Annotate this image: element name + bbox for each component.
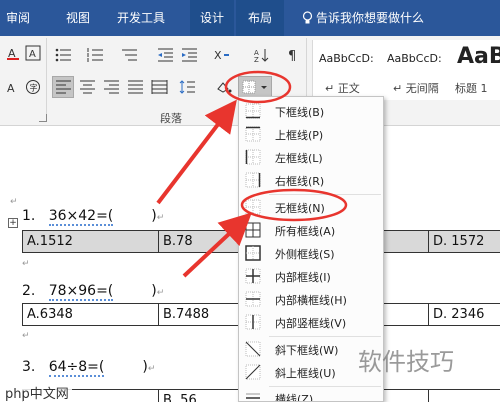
table-cell: A.6348: [23, 304, 159, 325]
svg-text:字: 字: [30, 83, 38, 93]
question-2: 2. 78×96=()↵: [22, 283, 165, 301]
align-right-icon[interactable]: [100, 76, 122, 98]
line-spacing-icon[interactable]: [176, 76, 198, 98]
svg-text:A: A: [29, 49, 36, 60]
paragraph-mark: ↵: [22, 331, 30, 341]
chinese-layout-icon[interactable]: X: [210, 44, 232, 66]
horizontal-line-icon: [246, 393, 260, 399]
decrease-indent-icon[interactable]: [154, 44, 176, 66]
menu-item-outside-borders[interactable]: 外侧框线(S): [239, 242, 383, 265]
borders-dropdown-button[interactable]: [238, 76, 272, 98]
paragraph-mark: ↵: [10, 197, 18, 207]
bullets-icon[interactable]: [52, 44, 74, 66]
phonetic-guide-icon[interactable]: A: [2, 76, 24, 98]
svg-text:X: X: [214, 49, 222, 62]
border-inside-vertical-icon: [245, 314, 261, 330]
border-inside-horizontal-icon: [245, 291, 261, 307]
character-border-icon[interactable]: A: [22, 42, 44, 64]
menu-separator: [269, 194, 381, 195]
border-left-icon: [245, 149, 261, 165]
menu-item-inside-borders[interactable]: 内部框线(I): [239, 265, 383, 288]
question-1: 1. 36×42=()↵: [22, 208, 165, 226]
align-left-icon[interactable]: [52, 76, 74, 98]
menu-item-inside-horizontal-border[interactable]: 内部横框线(H): [239, 288, 383, 311]
svg-text:¶: ¶: [288, 49, 296, 63]
style-normal[interactable]: AaBbCcD: ↵ 正文: [313, 40, 377, 100]
numbering-icon[interactable]: [84, 44, 106, 66]
menu-item-horizontal-line[interactable]: 横线(Z): [239, 387, 383, 401]
border-top-icon: [245, 126, 261, 142]
paragraph-group-label: 段落: [160, 112, 182, 125]
style-heading-1[interactable]: AaB 标题 1: [451, 40, 500, 100]
shading-icon[interactable]: [212, 76, 234, 98]
question-3: 3. 64÷8=()↵: [22, 359, 156, 377]
menu-item-bottom-border[interactable]: 下框线(B): [239, 100, 383, 123]
distributed-icon[interactable]: [148, 76, 170, 98]
border-none-icon: [245, 199, 261, 215]
style-no-spacing[interactable]: AaBbCcD: ↵ 无间隔: [381, 40, 445, 100]
table-cell: D. 2346: [433, 307, 485, 322]
multilevel-list-icon[interactable]: [118, 44, 140, 66]
menu-item-inside-vertical-border[interactable]: 内部竖框线(V): [239, 311, 383, 334]
table-cell: D. 1572: [433, 234, 485, 249]
tab-review[interactable]: 审阅: [0, 0, 36, 36]
diagonal-down-border-icon: [245, 341, 261, 357]
font-dialog-launcher[interactable]: [39, 114, 47, 122]
menu-item-right-border[interactable]: 右框线(R): [239, 169, 383, 192]
menu-separator: [269, 336, 381, 337]
tab-view[interactable]: 视图: [56, 0, 100, 36]
paragraph-mark: ↵: [22, 259, 30, 269]
justify-icon[interactable]: [124, 76, 146, 98]
border-right-icon: [245, 172, 261, 188]
increase-indent-icon[interactable]: [178, 44, 200, 66]
menu-item-all-borders[interactable]: 所有框线(A): [239, 219, 383, 242]
border-bottom-icon: [245, 103, 261, 119]
watermark-text: 软件技巧: [358, 348, 454, 376]
table-move-handle-icon[interactable]: +: [8, 218, 18, 228]
font-color-icon[interactable]: A: [2, 42, 24, 64]
table-cell: [429, 390, 500, 402]
table-cell: A.1512: [23, 231, 159, 252]
enclose-character-icon[interactable]: 字: [22, 76, 44, 98]
svg-text:Z: Z: [254, 56, 259, 63]
styles-gallery: AaBbCcD: ↵ 正文 AaBbCcD: ↵ 无间隔 AaB 标题 1: [312, 40, 500, 100]
site-logo-text: php中文网: [2, 383, 72, 402]
tab-design[interactable]: 设计: [190, 0, 234, 36]
tab-layout[interactable]: 布局: [236, 0, 284, 36]
border-inside-icon: [245, 268, 261, 284]
border-outside-icon: [245, 245, 261, 261]
align-center-icon[interactable]: [76, 76, 98, 98]
tab-developer[interactable]: 开发工具: [108, 0, 174, 36]
menu-item-left-border[interactable]: 左框线(L): [239, 146, 383, 169]
show-formatting-marks-icon[interactable]: ¶: [282, 44, 304, 66]
svg-text:A: A: [7, 82, 15, 95]
menu-item-no-border[interactable]: 无框线(N): [239, 196, 383, 219]
ribbon-tab-bar: 审阅 视图 开发工具 设计 布局 告诉我你想要做什么: [0, 0, 500, 36]
group-separator: [46, 38, 47, 122]
border-all-icon: [245, 222, 261, 238]
tell-me-search[interactable]: 告诉我你想要做什么: [316, 0, 436, 36]
lightbulb-icon: [302, 11, 313, 24]
sort-icon[interactable]: AZ: [250, 44, 272, 66]
menu-item-top-border[interactable]: 上框线(P): [239, 123, 383, 146]
diagonal-up-border-icon: [245, 364, 261, 380]
